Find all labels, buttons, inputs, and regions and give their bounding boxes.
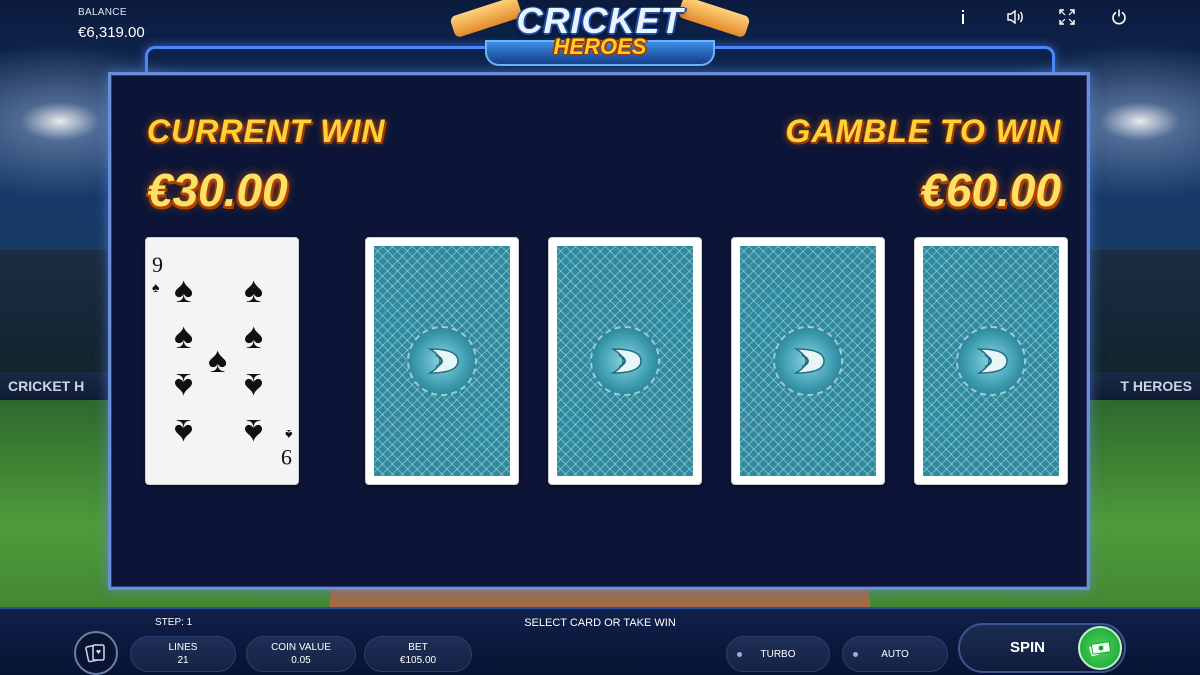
power-icon[interactable] — [1110, 8, 1128, 26]
spade-icon: ♠ — [244, 315, 264, 356]
spade-icon: ♠ — [244, 366, 264, 407]
spade-icon: ♠ — [174, 269, 194, 310]
face-down-card-2[interactable] — [548, 237, 702, 485]
dealer-card: 9 ♠ ♠ ♠ ♠ ♠ ♠ ♠ ♠ ♠ ♠ ♠ 9 — [145, 237, 299, 485]
lines-selector[interactable]: LINES 21 — [130, 636, 236, 672]
turbo-label: TURBO — [760, 648, 796, 660]
card-back-emblem-icon — [773, 326, 843, 396]
gamble-to-win-value: €60.00 — [920, 164, 1061, 216]
current-win-value: €30.00 — [147, 164, 288, 216]
auto-button[interactable]: AUTO — [842, 636, 948, 672]
card-back-emblem-icon — [956, 326, 1026, 396]
sound-icon[interactable] — [1006, 8, 1024, 26]
spade-icon: ♠ — [174, 366, 194, 407]
spade-icon: ♠ — [244, 269, 264, 310]
card-back-emblem-icon — [407, 326, 477, 396]
coin-value: 0.05 — [291, 655, 311, 666]
card-back-pattern — [740, 246, 876, 476]
top-toolbar — [954, 8, 1128, 26]
face-down-card-4[interactable] — [914, 237, 1068, 485]
info-icon[interactable] — [954, 8, 972, 26]
collect-money-icon[interactable] — [1078, 626, 1122, 670]
card-back-emblem-icon — [590, 326, 660, 396]
logo-subtitle: HEROES — [553, 34, 647, 59]
spade-icon: ♠ — [174, 412, 194, 453]
auto-indicator — [853, 652, 858, 657]
turbo-button[interactable]: TURBO — [726, 636, 830, 672]
fullscreen-icon[interactable] — [1058, 8, 1076, 26]
lines-label: LINES — [168, 642, 198, 653]
lines-value: 21 — [177, 655, 189, 666]
game-logo: CRICKET HEROES — [445, 0, 755, 72]
balance-display: BALANCE €6,319.00 — [78, 7, 145, 41]
face-down-card-1[interactable] — [365, 237, 519, 485]
spade-icon: ♠ — [208, 339, 228, 380]
coin-value-label: COIN VALUE — [271, 642, 331, 653]
spade-icon: ♠ — [244, 412, 264, 453]
card-back-pattern — [923, 246, 1059, 476]
cards-icon — [85, 644, 105, 663]
turbo-indicator — [737, 652, 742, 657]
bet-selector[interactable]: BET €105.00 — [364, 636, 472, 672]
card-rank-top: 9 — [152, 252, 163, 277]
card-back-pattern — [374, 246, 510, 476]
spade-icon: ♠ — [152, 279, 160, 295]
spade-icon: ♠ — [284, 427, 292, 443]
coin-value-selector[interactable]: COIN VALUE 0.05 — [246, 636, 356, 672]
bet-label: BET — [408, 642, 428, 653]
gamble-panel: CURRENT WIN €30.00 GAMBLE TO WIN €60.00 … — [108, 72, 1090, 590]
card-rank-bottom: 9 — [281, 445, 292, 470]
current-win-label: CURRENT WIN — [147, 113, 386, 149]
balance-label: BALANCE — [78, 7, 127, 18]
bottom-control-bar: STEP: 1 SELECT CARD OR TAKE WIN LINES 21… — [0, 607, 1200, 675]
face-down-card-3[interactable] — [731, 237, 885, 485]
card-back-pattern — [557, 246, 693, 476]
spin-label: SPIN — [1010, 639, 1046, 656]
auto-label: AUTO — [881, 648, 909, 660]
bet-value: €105.00 — [399, 655, 437, 666]
balance-value: €6,319.00 — [78, 24, 145, 41]
gamble-to-win-label: GAMBLE TO WIN — [785, 113, 1061, 149]
menu-button[interactable] — [74, 631, 118, 675]
spade-icon: ♠ — [174, 315, 194, 356]
spin-button[interactable]: SPIN — [958, 623, 1126, 673]
